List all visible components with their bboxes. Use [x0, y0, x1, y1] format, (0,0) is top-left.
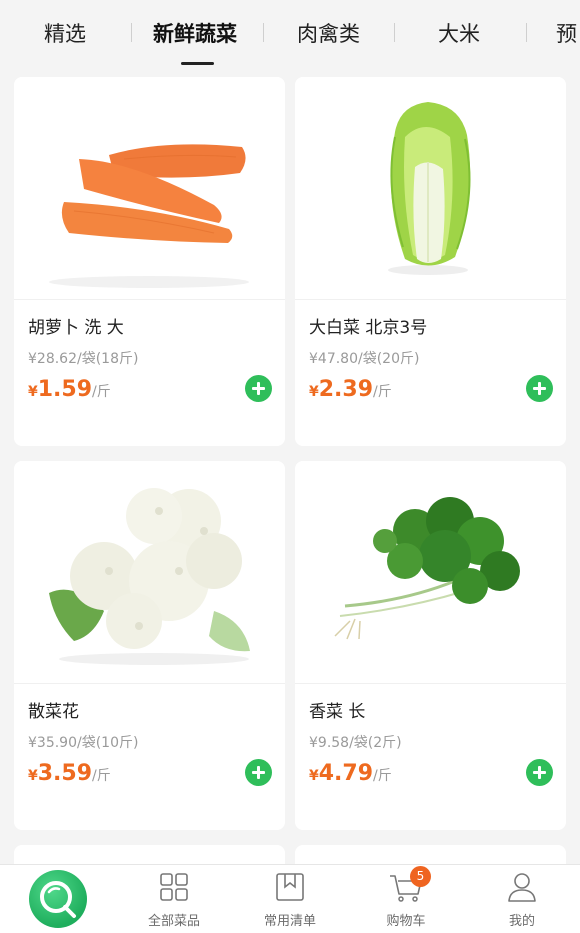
- price-value: 3.59: [37, 761, 93, 786]
- home-logo-icon[interactable]: [29, 870, 87, 928]
- product-price: ¥4.79/斤: [309, 761, 392, 786]
- card-divider: [295, 683, 566, 684]
- price-value: 1.59: [37, 377, 93, 402]
- product-image-napa-cabbage: [295, 77, 566, 299]
- nav-mine[interactable]: 我的: [464, 865, 580, 933]
- nav-common-list[interactable]: 常用清单: [232, 865, 348, 933]
- product-spec: ¥47.80/袋(20斤): [309, 351, 420, 367]
- product-name: 大白菜 北京3号: [309, 318, 428, 338]
- bookmark-list-icon: [276, 873, 304, 901]
- product-card[interactable]: 大白菜 北京3号 ¥47.80/袋(20斤) ¥2.39/斤: [295, 77, 566, 446]
- tab-partial[interactable]: 预: [556, 18, 580, 48]
- tab-fresh-vegetables[interactable]: 新鲜蔬菜: [153, 18, 237, 48]
- currency-symbol: ¥: [309, 384, 319, 400]
- napa-cabbage-image: [388, 102, 471, 275]
- add-to-cart-button[interactable]: [245, 759, 272, 786]
- nav-label: 常用清单: [263, 914, 316, 929]
- product-name: 散菜花: [28, 702, 79, 722]
- add-to-cart-button[interactable]: [245, 375, 272, 402]
- product-spec: ¥35.90/袋(10斤): [28, 735, 139, 751]
- currency-symbol: ¥: [28, 768, 38, 784]
- product-image-carrot: [14, 77, 285, 299]
- carrot-image: [49, 144, 249, 288]
- product-spec: ¥28.62/袋(18斤): [28, 351, 139, 367]
- product-card[interactable]: 胡萝卜 洗 大 ¥28.62/袋(18斤) ¥1.59/斤: [14, 77, 285, 446]
- price-value: 2.39: [318, 377, 374, 402]
- card-divider: [14, 683, 285, 684]
- product-spec: ¥9.58/袋(2斤): [309, 735, 402, 751]
- cart-count-badge: 5: [410, 866, 431, 887]
- nav-label: 全部菜品: [147, 914, 200, 929]
- add-to-cart-button[interactable]: [526, 759, 553, 786]
- product-price: ¥1.59/斤: [28, 377, 111, 402]
- product-image-coriander: [295, 461, 566, 683]
- nav-home[interactable]: [0, 865, 116, 933]
- tab-divider: [263, 23, 264, 42]
- currency-symbol: ¥: [309, 768, 319, 784]
- coriander-image: [334, 497, 520, 640]
- product-name: 香菜 长: [309, 702, 366, 722]
- nav-label: 购物车: [386, 914, 426, 929]
- product-image-cauliflower: [14, 461, 285, 683]
- price-unit: /斤: [92, 384, 111, 400]
- price-unit: /斤: [373, 768, 392, 784]
- tab-divider: [131, 23, 132, 42]
- product-card[interactable]: 散菜花 ¥35.90/袋(10斤) ¥3.59/斤: [14, 461, 285, 830]
- price-unit: /斤: [92, 768, 111, 784]
- product-card[interactable]: 香菜 长 ¥9.58/袋(2斤) ¥4.79/斤: [295, 461, 566, 830]
- card-divider: [295, 299, 566, 300]
- product-name: 胡萝卜 洗 大: [28, 318, 124, 338]
- active-tab-indicator: [181, 62, 214, 65]
- nav-cart[interactable]: 购物车: [348, 865, 464, 933]
- nav-label: 我的: [508, 914, 535, 929]
- nav-all-dishes[interactable]: 全部菜品: [116, 865, 232, 933]
- cauliflower-image: [49, 488, 250, 665]
- price-unit: /斤: [373, 384, 392, 400]
- tab-divider: [526, 23, 527, 42]
- tab-divider: [394, 23, 395, 42]
- tab-featured[interactable]: 精选: [44, 18, 86, 48]
- tab-meat-poultry[interactable]: 肉禽类: [297, 18, 360, 48]
- tab-rice[interactable]: 大米: [438, 18, 480, 48]
- product-price: ¥2.39/斤: [309, 377, 392, 402]
- user-icon: [508, 873, 536, 902]
- grid-icon: [160, 873, 188, 901]
- add-to-cart-button[interactable]: [526, 375, 553, 402]
- currency-symbol: ¥: [28, 384, 38, 400]
- category-tabs: 精选 新鲜蔬菜 肉禽类 大米 预: [0, 0, 580, 74]
- bottom-nav: 全部菜品 常用清单 购物车 我的: [0, 864, 580, 933]
- card-divider: [14, 299, 285, 300]
- price-value: 4.79: [318, 761, 374, 786]
- product-price: ¥3.59/斤: [28, 761, 111, 786]
